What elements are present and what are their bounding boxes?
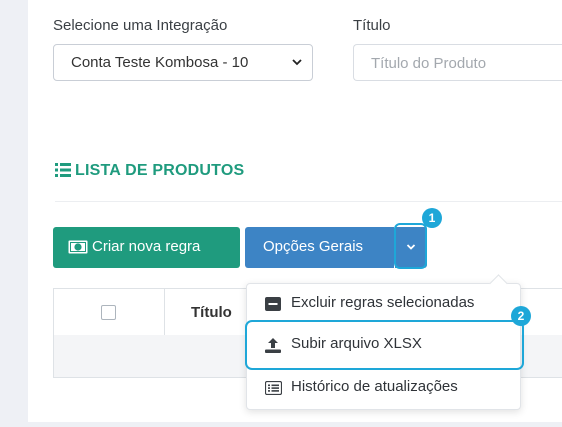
create-rule-button[interactable]: Criar nova regra — [53, 227, 240, 268]
annotation-badge-2: 2 — [511, 306, 531, 326]
section-title-text: LISTA DE PRODUTOS — [75, 162, 245, 179]
integration-label: Selecione uma Integração — [53, 17, 228, 34]
integration-select[interactable]: Conta Teste Kombosa - 10 — [53, 44, 313, 81]
annotation-badge-1: 1 — [422, 208, 442, 228]
chevron-down-icon — [292, 59, 302, 66]
list-icon — [265, 381, 282, 395]
column-header-title: Título — [191, 304, 232, 321]
general-options-button[interactable]: Opções Gerais — [245, 227, 394, 268]
annotation-highlight-upload — [245, 320, 524, 370]
minus-square-icon — [265, 297, 281, 311]
menu-item-delete-rules-label: Excluir regras selecionadas — [291, 294, 475, 311]
menu-item-delete-rules[interactable]: Excluir regras selecionadas — [247, 285, 520, 323]
table-header-checkbox-cell — [54, 289, 165, 335]
title-label: Título — [353, 17, 391, 34]
menu-item-update-history-label: Histórico de atualizações — [291, 378, 458, 395]
section-title: LISTA DE PRODUTOS — [55, 162, 244, 180]
create-rule-label: Criar nova regra — [92, 238, 201, 255]
integration-select-value: Conta Teste Kombosa - 10 — [71, 54, 249, 71]
money-bill-icon — [68, 240, 88, 254]
list-icon — [55, 163, 71, 177]
select-all-checkbox[interactable] — [101, 305, 116, 320]
general-options-label: Opções Gerais — [263, 238, 364, 255]
annotation-highlight-toggle — [394, 223, 427, 269]
title-input[interactable]: Título do Produto — [353, 44, 562, 81]
menu-item-update-history[interactable]: Histórico de atualizações — [247, 369, 520, 407]
title-input-placeholder: Título do Produto — [371, 55, 487, 72]
divider — [55, 201, 562, 202]
